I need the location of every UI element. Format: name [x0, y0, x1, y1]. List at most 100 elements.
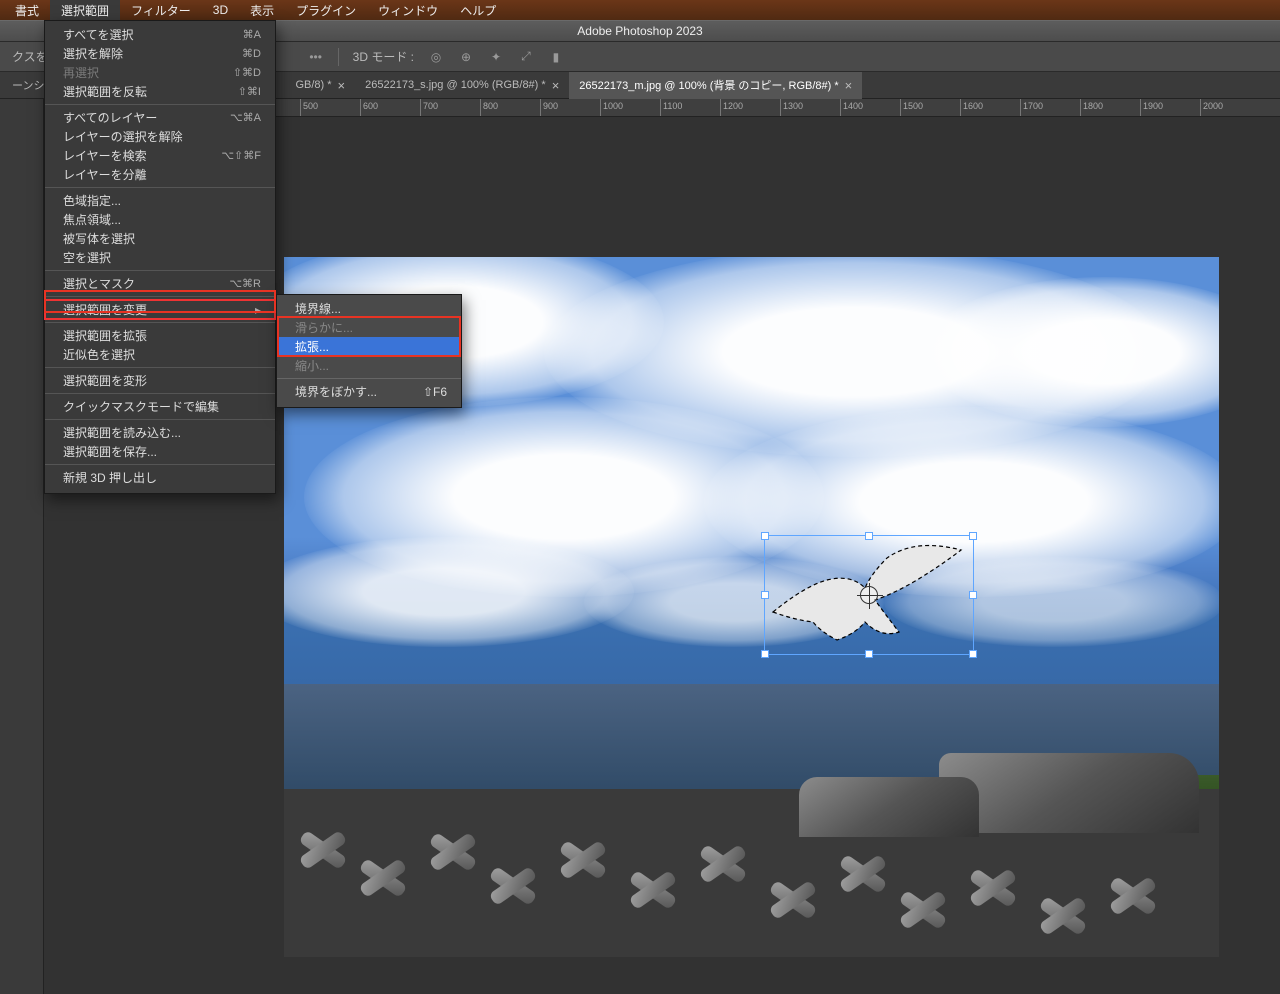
menu-item-select-sky[interactable]: 空を選択: [45, 248, 275, 267]
menu-item-all-layers[interactable]: すべてのレイヤー⌥⌘A: [45, 108, 275, 127]
menu-plugin[interactable]: プラグイン: [285, 0, 367, 20]
modify-submenu: 境界線... 滑らかに... 拡張... 縮小... 境界をぼかす... ⇧F6: [276, 294, 462, 408]
transform-center-icon[interactable]: [860, 586, 878, 604]
menu-item-transform-selection[interactable]: 選択範囲を変形: [45, 371, 275, 390]
tool-panel[interactable]: [0, 99, 44, 994]
pan-3d-icon[interactable]: ⊕: [458, 49, 474, 65]
menu-separator: [45, 393, 275, 394]
submenu-arrow-icon: ▸: [255, 303, 261, 317]
ruler-tick-label: 1000: [600, 99, 623, 117]
menu-item-label: 被写体を選択: [63, 230, 135, 247]
document-tab-active[interactable]: 26522173_m.jpg @ 100% (背景 のコピー, RGB/8#) …: [569, 72, 862, 99]
menu-item-modify-selection[interactable]: 選択範囲を変更▸: [45, 300, 275, 319]
menu-separator: [45, 367, 275, 368]
menu-item-deselect-layers[interactable]: レイヤーの選択を解除: [45, 127, 275, 146]
ruler-tick-label: 1800: [1080, 99, 1103, 117]
menu-item-select-and-mask[interactable]: 選択とマスク ⌥⌘R: [45, 274, 275, 293]
menu-item-label: 焦点領域...: [63, 211, 121, 228]
rocks-area: [284, 789, 1219, 957]
menu-item-isolate-layers[interactable]: レイヤーを分離: [45, 165, 275, 184]
menu-select[interactable]: 選択範囲: [50, 0, 120, 20]
submenu-item-smooth[interactable]: 滑らかに...: [277, 318, 461, 337]
menu-item-label: 選択範囲を反転: [63, 83, 147, 100]
menu-item-label: 空を選択: [63, 249, 111, 266]
ruler-tick-label: 2000: [1200, 99, 1223, 117]
ruler-tick-label: 1400: [840, 99, 863, 117]
menu-item-label: 縮小...: [295, 357, 329, 374]
menu-item-label: 新規 3D 押し出し: [63, 469, 157, 486]
menu-item-new-3d-extrusion[interactable]: 新規 3D 押し出し: [45, 468, 275, 487]
menu-item-label: 再選択: [63, 64, 99, 81]
menu-separator: [277, 378, 461, 379]
menu-separator: [45, 187, 275, 188]
menu-shortcut: ⌘A: [243, 28, 261, 41]
ruler-tick-label: 1600: [960, 99, 983, 117]
submenu-item-expand[interactable]: 拡張...: [277, 337, 461, 356]
slide-3d-icon[interactable]: ✦: [488, 49, 504, 65]
tetrapod: [964, 857, 1024, 917]
menu-window[interactable]: ウィンドウ: [367, 0, 449, 20]
menu-shortcut: ⇧⌘D: [233, 66, 261, 79]
menu-shortcut: ⌥⌘R: [229, 277, 261, 290]
ruler-tick-label: 800: [480, 99, 498, 117]
ruler-tick-label: 500: [300, 99, 318, 117]
submenu-item-border[interactable]: 境界線...: [277, 299, 461, 318]
menu-item-quick-mask[interactable]: クイックマスクモードで編集: [45, 397, 275, 416]
orbit-3d-icon[interactable]: ◎: [428, 49, 444, 65]
menu-item-color-range[interactable]: 色域指定...: [45, 191, 275, 210]
menu-item-load-selection[interactable]: 選択範囲を読み込む...: [45, 423, 275, 442]
menu-view[interactable]: 表示: [239, 0, 285, 20]
menu-separator: [45, 419, 275, 420]
3d-mode-label: 3D モード :: [353, 48, 414, 65]
menu-3d[interactable]: 3D: [202, 0, 239, 20]
tetrapod: [764, 869, 824, 929]
app-menubar: 書式 選択範囲 フィルター 3D 表示 プラグイン ウィンドウ ヘルプ: [0, 0, 1280, 20]
menu-item-select-all[interactable]: すべてを選択⌘A: [45, 25, 275, 44]
more-icon[interactable]: •••: [308, 49, 324, 65]
tetrapod: [484, 855, 544, 915]
menu-help[interactable]: ヘルプ: [449, 0, 507, 20]
app-title: Adobe Photoshop 2023: [577, 24, 702, 38]
ruler-tick-label: 1500: [900, 99, 923, 117]
menu-item-label: レイヤーの選択を解除: [63, 128, 183, 145]
menu-item-inverse[interactable]: 選択範囲を反転 ⇧⌘I: [45, 82, 275, 101]
menu-format[interactable]: 書式: [4, 0, 50, 20]
scale-3d-icon[interactable]: ⤢: [518, 49, 534, 65]
submenu-item-contract[interactable]: 縮小...: [277, 356, 461, 375]
ruler-tick-label: 1200: [720, 99, 743, 117]
menu-item-label: 滑らかに...: [295, 319, 353, 336]
menu-item-label: 近似色を選択: [63, 346, 135, 363]
transform-bounding-box[interactable]: [764, 535, 974, 655]
menu-separator: [45, 270, 275, 271]
menu-item-label: 選択範囲を変形: [63, 372, 147, 389]
close-icon[interactable]: ×: [845, 78, 853, 93]
menu-shortcut: ⇧⌘I: [238, 85, 261, 98]
menu-item-label: 拡張...: [295, 338, 329, 355]
menu-item-focus-area[interactable]: 焦点領域...: [45, 210, 275, 229]
menu-item-similar[interactable]: 近似色を選択: [45, 345, 275, 364]
ruler-tick-label: 600: [360, 99, 378, 117]
close-icon[interactable]: ×: [338, 78, 346, 93]
document-tab[interactable]: 26522173_s.jpg @ 100% (RGB/8#) * ×: [355, 72, 569, 99]
menu-item-grow[interactable]: 選択範囲を拡張: [45, 326, 275, 345]
close-icon[interactable]: ×: [552, 78, 560, 93]
menu-item-label: 色域指定...: [63, 192, 121, 209]
document-tab[interactable]: GB/8) * ×: [285, 72, 355, 99]
menu-item-save-selection[interactable]: 選択範囲を保存...: [45, 442, 275, 461]
tab-label: 26522173_m.jpg @ 100% (背景 のコピー, RGB/8#) …: [579, 77, 838, 93]
tetrapod: [894, 879, 954, 939]
camera-icon[interactable]: ▮: [548, 49, 564, 65]
ruler-tick-label: 700: [420, 99, 438, 117]
menu-item-select-subject[interactable]: 被写体を選択: [45, 229, 275, 248]
menu-item-label: 境界線...: [295, 300, 341, 317]
menu-item-label: 選択範囲を保存...: [63, 443, 157, 460]
menu-separator: [45, 464, 275, 465]
menu-filter[interactable]: フィルター: [120, 0, 202, 20]
submenu-item-feather[interactable]: 境界をぼかす... ⇧F6: [277, 382, 461, 401]
menu-item-label: 境界をぼかす...: [295, 383, 377, 400]
rock: [799, 777, 979, 837]
menu-item-deselect[interactable]: 選択を解除⌘D: [45, 44, 275, 63]
menu-shortcut: ⇧F6: [423, 385, 447, 399]
menu-item-find-layers[interactable]: レイヤーを検索⌥⇧⌘F: [45, 146, 275, 165]
menu-item-label: 選択とマスク: [63, 275, 135, 292]
